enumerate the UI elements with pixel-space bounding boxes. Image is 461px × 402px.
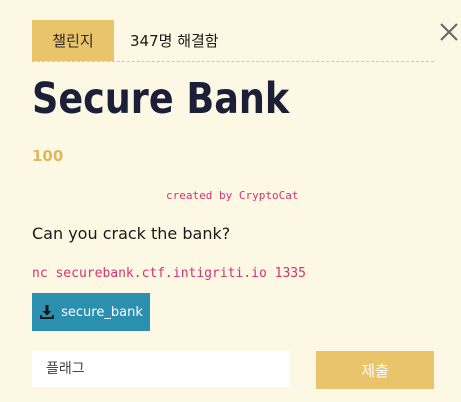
tab-solves-label: 347명 해결함	[130, 32, 219, 50]
download-icon	[40, 305, 55, 319]
close-icon	[440, 23, 458, 41]
submit-button[interactable]: 제출	[316, 351, 434, 389]
challenge-description: Can you crack the bank?	[32, 224, 231, 243]
challenge-points: 100	[32, 147, 64, 165]
challenge-title: Secure Bank	[32, 74, 290, 124]
download-file-button[interactable]: secure_bank	[32, 293, 150, 331]
challenge-author: created by CryptoCat	[166, 189, 299, 202]
tab-bar: 챌린지 347명 해결함	[32, 20, 434, 62]
connection-command: nc securebank.ctf.intigriti.io 1335	[32, 266, 306, 281]
close-button[interactable]	[438, 21, 460, 43]
tab-challenge[interactable]: 챌린지	[32, 20, 114, 61]
flag-input[interactable]	[32, 351, 290, 387]
tab-solves[interactable]: 347명 해결함	[130, 20, 219, 61]
tab-challenge-label: 챌린지	[52, 32, 94, 50]
download-file-label: secure_bank	[61, 304, 143, 320]
